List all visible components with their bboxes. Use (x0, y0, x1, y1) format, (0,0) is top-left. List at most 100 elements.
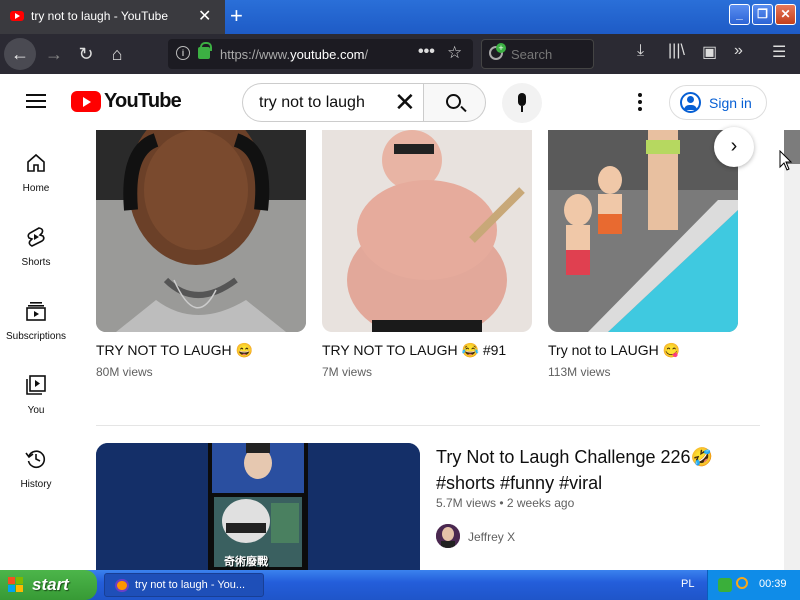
guide-label: Shorts (21, 257, 51, 268)
channel-avatar[interactable] (436, 524, 460, 548)
taskbar: start try not to laugh - You... PL 00:39 (0, 570, 800, 600)
section-divider (96, 425, 760, 426)
youtube-favicon-icon (10, 11, 24, 21)
short-views: 113M views (548, 365, 611, 379)
downloads-icon[interactable]: ⤓ (637, 42, 644, 60)
clear-search-icon[interactable]: ✕ (394, 88, 416, 116)
short-title[interactable]: TRY NOT TO LAUGH 😂 #91 (322, 342, 506, 359)
search-icon (446, 94, 461, 109)
youtube-logo-icon[interactable] (71, 91, 101, 112)
guide-item-history[interactable]: History (0, 448, 72, 512)
guide-label: You (27, 405, 45, 416)
url-text: https://www.youtube.com/ (220, 47, 369, 62)
page-actions-icon[interactable]: ••• (418, 43, 435, 61)
window-close-button[interactable]: ✕ (775, 4, 796, 25)
short-card[interactable]: TRY NOT TO LAUGH 😄 80M views (96, 130, 306, 379)
tab-close-icon[interactable]: ✕ (198, 6, 211, 26)
add-search-engine-icon: + (496, 43, 506, 53)
windows-flag-icon (8, 577, 25, 593)
firefox-icon (115, 579, 129, 592)
video-thumbnail-caption: 奇術廢戰 (224, 555, 268, 568)
guide-label: History (20, 479, 52, 490)
overflow-chevron-icon[interactable]: » (734, 42, 743, 60)
start-label: start (32, 575, 69, 594)
sidebar-toggle-icon[interactable]: ▣ (702, 42, 717, 62)
channel-avatar-image (436, 524, 460, 548)
page-scrollbar[interactable] (784, 130, 800, 570)
home-icon (27, 153, 45, 172)
minimize-button[interactable]: _ (729, 4, 750, 25)
short-card[interactable]: TRY NOT TO LAUGH 😂 #91 7M views (322, 130, 532, 379)
shelf-next-button[interactable]: › (714, 127, 754, 167)
short-title[interactable]: Try not to LAUGH 😋 (548, 342, 680, 359)
browser-tab-strip: try not to laugh - YouTube ✕ + _ ❐ ✕ (0, 0, 800, 34)
short-thumbnail[interactable] (548, 130, 738, 332)
new-tab-button[interactable]: + (230, 3, 243, 29)
site-info-icon[interactable]: i (176, 46, 190, 60)
guide-item-shorts[interactable]: Shorts (0, 226, 72, 290)
settings-more-icon[interactable] (638, 93, 642, 114)
back-button[interactable]: ← (4, 38, 36, 70)
browser-search-box[interactable]: + Search (481, 39, 594, 69)
short-views: 80M views (96, 365, 153, 379)
search-tray-icon[interactable] (736, 577, 748, 589)
sign-in-button[interactable]: Sign in (669, 85, 767, 120)
search-placeholder: Search (511, 47, 553, 62)
search-button[interactable] (423, 83, 486, 122)
guide-item-subscriptions[interactable]: Subscriptions (0, 300, 72, 364)
sign-in-label: Sign in (709, 95, 752, 111)
short-thumbnail[interactable] (96, 130, 306, 332)
reload-button[interactable]: ↻ (72, 40, 100, 68)
search-query: try not to laugh (259, 94, 365, 111)
video-title-line: #shorts #funny #viral (436, 473, 603, 493)
shorts-icon (27, 227, 45, 247)
start-button[interactable]: start (0, 570, 97, 600)
you-icon (26, 375, 46, 395)
guide-menu-icon[interactable] (26, 94, 46, 108)
system-tray: 00:39 (707, 570, 800, 600)
account-icon (680, 92, 701, 113)
guide-item-you[interactable]: You (0, 374, 72, 438)
video-meta: 5.7M views • 2 weeks ago (436, 496, 575, 510)
video-title-line: Try Not to Laugh Challenge 226🤣 (436, 447, 713, 467)
restore-button[interactable]: ❐ (752, 4, 773, 25)
address-bar[interactable]: i https://www.youtube.com/ ••• ☆ (168, 39, 473, 69)
bookmark-star-icon[interactable]: ☆ (447, 43, 462, 63)
guide-label: Subscriptions (5, 331, 67, 342)
menu-icon[interactable]: ☰ (772, 42, 786, 62)
voice-search-button[interactable] (502, 83, 542, 123)
tab-title: try not to laugh - YouTube (31, 9, 168, 23)
forward-button[interactable]: → (40, 40, 68, 68)
screen: try not to laugh - YouTube ✕ + _ ❐ ✕ ← →… (0, 0, 800, 600)
microphone-icon (518, 93, 526, 106)
channel-name[interactable]: Jeffrey X (468, 530, 515, 544)
language-indicator[interactable]: PL (681, 578, 694, 590)
library-icon[interactable]: |||\ (668, 42, 685, 60)
video-thumbnail[interactable]: 奇術廢戰 (96, 443, 420, 583)
lock-icon[interactable] (198, 42, 212, 59)
network-icon[interactable] (718, 578, 732, 592)
video-title[interactable]: Try Not to Laugh Challenge 226🤣 #shorts … (436, 444, 736, 496)
microphone-stem (521, 106, 523, 112)
youtube-logo-text[interactable]: YouTube (104, 90, 182, 113)
taskbar-item-label: try not to laugh - You... (135, 579, 246, 591)
history-icon (25, 450, 46, 469)
short-thumbnail-image (548, 130, 738, 332)
taskbar-item-firefox[interactable]: try not to laugh - You... (104, 573, 264, 597)
short-thumbnail[interactable] (322, 130, 532, 332)
short-views: 7M views (322, 365, 373, 379)
mouse-cursor-icon (779, 150, 793, 171)
subscriptions-icon (26, 302, 46, 321)
browser-tab[interactable]: try not to laugh - YouTube ✕ (0, 0, 225, 34)
home-button[interactable]: ⌂ (103, 40, 131, 68)
short-thumbnail-image (96, 130, 306, 332)
short-title[interactable]: TRY NOT TO LAUGH 😄 (96, 342, 253, 359)
search-input[interactable]: try not to laugh ✕ (242, 83, 424, 122)
short-thumbnail-image (322, 130, 532, 332)
browser-toolbar: ← → ↻ ⌂ i https://www.youtube.com/ ••• ☆… (0, 34, 800, 74)
guide-label: Home (22, 183, 50, 194)
youtube-header: YouTube try not to laugh ✕ Sign in (0, 74, 800, 130)
clock: 00:39 (759, 578, 787, 590)
window-controls: _ ❐ ✕ (729, 4, 796, 25)
guide-item-home[interactable]: Home (0, 152, 72, 216)
